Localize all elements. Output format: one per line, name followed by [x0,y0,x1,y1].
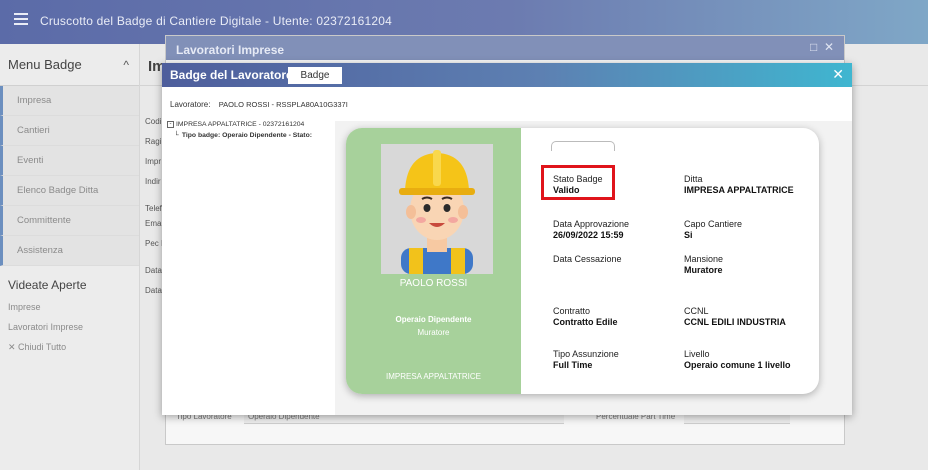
field-mansione: Mansione Muratore [684,254,723,275]
form-label: Codi [145,117,162,126]
field-data-approvazione: Data Approvazione 26/09/2022 15:59 [553,219,629,240]
background-form-labels: Codi Ragi Impr Indir Telef Ema Pec I Dat… [145,117,163,306]
sidebar-header[interactable]: Menu Badge ^ [0,44,139,86]
form-label: Impr [145,157,161,166]
badge-worker-company: IMPRESA APPALTATRICE [386,372,481,381]
field-ditta: Ditta IMPRESA APPALTATRICE [684,174,794,195]
badge-card-tab[interactable] [551,141,615,151]
worker-label: Lavoratore: [170,100,211,109]
field-contratto: Contratto Contratto Edile [553,306,618,327]
lavoratori-window-title-text: Lavoratori Imprese [176,43,285,57]
form-label: Indir [145,177,161,186]
sidebar-item-eventi[interactable]: Eventi [0,146,139,176]
field-label: Data Cessazione [553,254,622,264]
worker-avatar-photo [381,144,493,274]
field-label: Capo Cantiere [684,219,743,229]
badge-worker-job: Muratore [417,328,450,337]
field-data-cessazione: Data Cessazione [553,254,622,265]
sidebar: Menu Badge ^ Impresa Cantieri Eventi Ele… [0,44,140,470]
field-tipo-assunzione: Tipo Assunzione Full Time [553,349,619,370]
worker-line: Lavoratore: PAOLO ROSSI - RSSPLA80A10G33… [170,100,348,109]
field-label: Contratto [553,306,591,316]
field-value: Muratore [684,265,723,275]
field-livello: Livello Operaio comune 1 livello [684,349,791,370]
stato-badge-highlight [541,165,615,200]
field-value: CCNL EDILI INDUSTRIA [684,317,786,327]
field-value: Operaio comune 1 livello [684,360,791,370]
lavoratori-window-title[interactable]: Lavoratori Imprese □ ✕ [166,36,844,60]
tree-node-company[interactable]: - IMPRESA APPALTATRICE - 02372161204 [167,121,337,128]
sidebar-item-cantieri[interactable]: Cantieri [0,116,139,146]
sidebar-item-assistenza[interactable]: Assistenza [0,236,139,266]
worker-avatar-icon [381,144,493,274]
badge-dialog-title: Badge del Lavoratore [170,68,293,82]
field-value: 26/09/2022 15:59 [553,230,624,240]
field-value: IMPRESA APPALTATRICE [684,185,794,195]
field-label: CCNL [684,306,709,316]
expand-tree-icon[interactable]: - [167,121,174,128]
tree-node-company-label: IMPRESA APPALTATRICE - 02372161204 [176,121,305,128]
badge-worker-role: Operaio Dipendente [395,315,472,324]
open-view-lavoratori[interactable]: Lavoratori Imprese [0,322,139,332]
menu-icon[interactable] [14,13,28,25]
tab-badge[interactable]: Badge [288,67,342,84]
tree-node-badge-label: Tipo badge: Operaio Dipendente - Stato: [181,132,312,139]
worker-value: PAOLO ROSSI - RSSPLA80A10G337I [218,100,348,109]
field-label: Tipo Assunzione [553,349,619,359]
form-label: Telef [145,204,162,213]
field-label: Data Approvazione [553,219,630,229]
badge-card: PAOLO ROSSI Operaio Dipendente Muratore … [346,128,819,394]
badge-dialog-titlebar[interactable]: Badge del Lavoratore Badge ✕ [162,63,852,87]
open-view-imprese[interactable]: Imprese [0,302,139,312]
field-value: Contratto Edile [553,317,618,327]
field-value: Si [684,230,693,240]
minimize-icon[interactable]: □ [810,40,817,54]
close-all-icon: ✕ [8,342,19,352]
field-label: Ditta [684,174,703,184]
sidebar-item-elenco-badge[interactable]: Elenco Badge Ditta [0,176,139,206]
field-label: Mansione [684,254,724,264]
form-label: Pec I [145,239,164,248]
field-ccnl: CCNL CCNL EDILI INDUSTRIA [684,306,786,327]
close-all-label: Chiudi Tutto [18,342,67,352]
close-icon[interactable]: ✕ [824,40,834,54]
chevron-up-icon[interactable]: ^ [123,58,129,72]
form-label: Ema [145,219,162,228]
field-capo-cantiere: Capo Cantiere Si [684,219,742,240]
form-label: Ragi [145,137,162,146]
form-label: Data [145,286,162,295]
close-all-link[interactable]: ✕ Chiudi Tutto [0,342,139,353]
app-title: Cruscotto del Badge di Cantiere Digitale… [40,14,392,28]
open-views-title: Videate Aperte [8,278,87,292]
field-value: Full Time [553,360,593,370]
close-icon[interactable]: ✕ [832,66,844,83]
window-controls[interactable]: □ ✕ [810,40,834,54]
tree-elbow-icon: └ [174,132,179,139]
sidebar-item-committente[interactable]: Committente [0,206,139,236]
tree-node-badge[interactable]: └ Tipo badge: Operaio Dipendente - Stato: [174,132,337,139]
sidebar-item-impresa[interactable]: Impresa [0,86,139,116]
badge-tree: - IMPRESA APPALTATRICE - 02372161204 └ Ti… [167,121,337,411]
form-label: Data [145,266,162,275]
badge-card-left-panel: PAOLO ROSSI Operaio Dipendente Muratore … [346,128,521,394]
field-label: Livello [684,349,710,359]
sidebar-title: Menu Badge [8,57,82,72]
badge-worker-name: PAOLO ROSSI [399,278,468,289]
